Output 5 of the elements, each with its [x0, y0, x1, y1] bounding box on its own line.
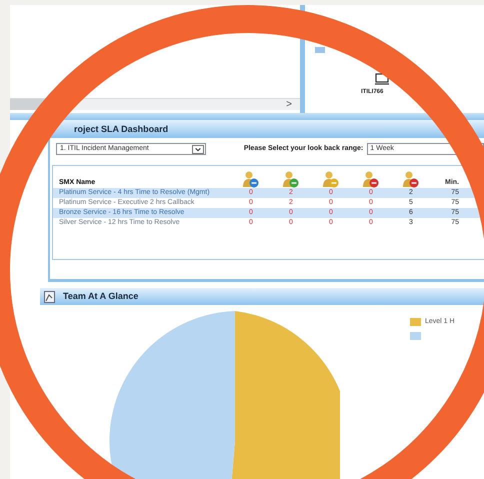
panel-title: roject SLA Dashboard [50, 120, 484, 138]
panel-title: Team At A Glance [63, 290, 138, 303]
scroll-right-button[interactable]: > [286, 99, 300, 110]
chart-icon [44, 290, 55, 302]
computer-icon[interactable] [375, 73, 389, 85]
